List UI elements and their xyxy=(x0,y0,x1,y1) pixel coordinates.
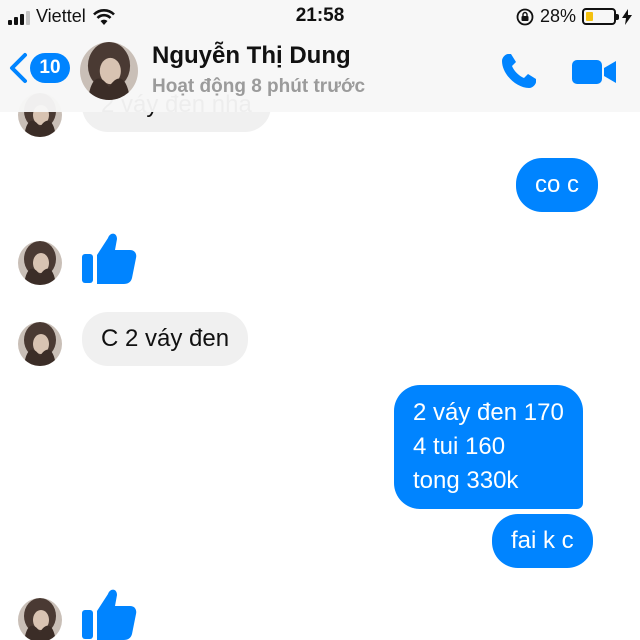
back-button[interactable]: 10 xyxy=(8,52,70,84)
contact-avatar[interactable] xyxy=(80,42,138,100)
charging-bolt-icon xyxy=(622,8,632,25)
battery-percent: 28% xyxy=(539,6,576,26)
message-line: 2 váy đen 170 xyxy=(413,399,564,426)
video-call-button[interactable] xyxy=(570,52,618,92)
chat-header: 10 Nguyễn Thị Dung Hoạt động 8 phút trướ… xyxy=(0,34,640,112)
active-status: Hoạt động 8 phút trước xyxy=(152,76,366,97)
contact-avatar[interactable] xyxy=(18,241,62,285)
message-text: fai k c xyxy=(511,527,574,554)
unread-count-badge: 10 xyxy=(30,53,70,83)
messenger-chat-screen: 2 váy đen nha co c C 2 váy đen 2 váy đen… xyxy=(0,0,640,640)
message-bubble-incoming[interactable]: C 2 váy đen xyxy=(82,312,249,366)
back-chevron-icon xyxy=(8,52,28,84)
contact-avatar[interactable] xyxy=(18,322,62,366)
contact-name[interactable]: Nguyễn Thị Dung xyxy=(152,42,351,70)
thumbs-up-icon[interactable] xyxy=(80,228,138,286)
message-line: 4 tui 160 xyxy=(413,433,506,460)
message-line: tong 330k xyxy=(413,467,519,494)
message-bubble-outgoing[interactable]: 2 váy đen 170 4 tui 160 tong 330k xyxy=(394,385,583,509)
rotation-lock-icon xyxy=(516,8,534,26)
thumbs-up-icon[interactable] xyxy=(80,584,138,640)
video-camera-icon xyxy=(572,60,616,84)
battery-icon xyxy=(582,8,619,25)
message-text: co c xyxy=(535,171,580,198)
message-text: C 2 váy đen xyxy=(101,325,230,352)
voice-call-button[interactable] xyxy=(498,50,540,92)
message-bubble-outgoing[interactable]: co c xyxy=(516,158,599,212)
message-bubble-outgoing[interactable]: fai k c xyxy=(492,514,593,568)
contact-avatar[interactable] xyxy=(18,598,62,640)
status-bar: Viettel 21:58 28% xyxy=(0,0,640,34)
phone-icon xyxy=(502,54,536,88)
